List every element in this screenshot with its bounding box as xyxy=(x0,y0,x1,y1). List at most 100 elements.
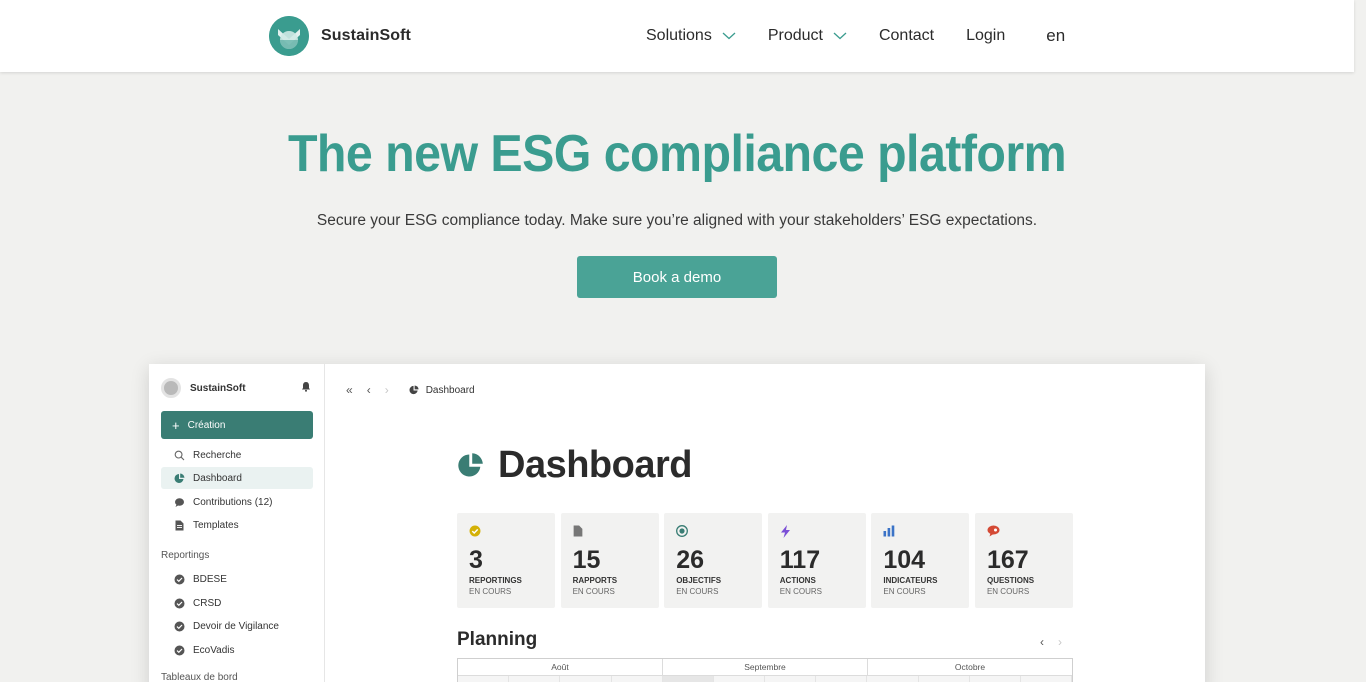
timeline-week xyxy=(1020,676,1073,682)
create-label: Création xyxy=(187,419,226,431)
sidebar-item-devoir-de-vigilance[interactable]: Devoir de Vigilance xyxy=(161,615,313,637)
planning-timeline[interactable]: Août Septembre Octobre xyxy=(457,658,1073,682)
sidebar-item-label: EcoVadis xyxy=(193,644,235,656)
stat-value: 117 xyxy=(779,546,821,574)
brand[interactable]: SustainSoft xyxy=(269,16,411,56)
sidebar-item-label: Dashboard xyxy=(193,472,242,484)
sidebar-item-recherche[interactable]: Recherche xyxy=(161,444,313,466)
main-menu: Solutions Product Contact Login en xyxy=(646,0,1097,72)
nav-contact-label: Contact xyxy=(878,27,935,44)
stat-card-questions[interactable]: 167 QUESTIONS EN COURS xyxy=(974,513,1073,608)
stat-card-rapports[interactable]: 15 RAPPORTS EN COURS xyxy=(560,513,659,608)
next-icon[interactable]: › xyxy=(1058,635,1062,649)
timeline-week xyxy=(509,676,561,682)
stat-value: 26 xyxy=(676,546,704,574)
workspace-switcher[interactable]: SustainSoft xyxy=(161,377,313,399)
book-demo-button[interactable]: Book a demo xyxy=(577,256,777,298)
stat-sublabel: EN COURS xyxy=(676,587,719,596)
sidebar-item-templates[interactable]: Templates xyxy=(161,514,313,536)
language-selector[interactable]: en xyxy=(1046,26,1065,46)
reportings-heading: Reportings xyxy=(161,550,210,561)
planning-pager: ‹ › xyxy=(1040,635,1076,649)
stat-sublabel: EN COURS xyxy=(883,587,926,596)
stat-card-objectifs[interactable]: 26 OBJECTIFS EN COURS xyxy=(664,513,763,608)
timeline-week xyxy=(918,676,970,682)
stat-label: RAPPORTS xyxy=(572,576,618,585)
breadcrumb[interactable]: Dashboard xyxy=(409,385,475,396)
collapse-sidebar-icon[interactable]: « xyxy=(346,384,353,396)
nav-login[interactable]: Login xyxy=(966,27,1005,45)
app-main: « ‹ › Dashboard Dashboard 3 REPORTINGS E… xyxy=(326,364,1205,682)
file-icon xyxy=(573,525,582,537)
bar-chart-icon xyxy=(883,525,895,537)
sidebar-item-bdese[interactable]: BDESE xyxy=(161,568,313,590)
sidebar-item-label: Templates xyxy=(193,519,239,531)
chevron-down-icon xyxy=(722,32,736,40)
stats-cards: 3 REPORTINGS EN COURS 15 RAPPORTS EN COU… xyxy=(457,513,1079,608)
pie-chart-icon xyxy=(458,453,483,477)
stat-label: OBJECTIFS xyxy=(676,576,722,585)
check-circle-icon xyxy=(173,573,185,585)
nav-contact[interactable]: Contact xyxy=(879,27,934,45)
stat-card-reportings[interactable]: 3 REPORTINGS EN COURS xyxy=(457,513,555,608)
page-title-text: Dashboard xyxy=(498,444,692,486)
hero-title: The new ESG compliance platform xyxy=(287,125,1067,183)
app-sidebar: SustainSoft + Création Recherche Dashboa… xyxy=(149,364,325,682)
back-arrow-icon[interactable]: ‹ xyxy=(367,384,371,396)
stat-card-actions[interactable]: 117 ACTIONS EN COURS xyxy=(767,513,866,608)
sidebar-item-label: Recherche xyxy=(193,449,242,461)
timeline-week xyxy=(969,676,1021,682)
forward-arrow-icon[interactable]: › xyxy=(385,384,389,396)
create-button[interactable]: + Création xyxy=(161,411,313,439)
stat-card-indicateurs[interactable]: 104 INDICATEURS EN COURS xyxy=(871,513,970,608)
stat-value: 3 xyxy=(469,546,483,574)
stat-value: 167 xyxy=(986,546,1029,574)
top-navbar: SustainSoft Solutions Product Contact Lo… xyxy=(0,0,1354,72)
hero-subtitle: Secure your ESG compliance today. Make s… xyxy=(316,212,1038,229)
nav-product-label: Product xyxy=(767,27,823,44)
sidebar-item-label: Contributions (12) xyxy=(193,496,273,508)
brand-logo-icon xyxy=(269,16,309,56)
check-circle-icon xyxy=(173,620,185,632)
stat-sublabel: EN COURS xyxy=(986,587,1030,596)
nav-solutions-label: Solutions xyxy=(646,27,712,44)
stat-value: 104 xyxy=(883,546,926,574)
stat-value: 15 xyxy=(572,546,601,574)
document-icon xyxy=(173,519,185,531)
pie-chart-icon xyxy=(173,472,185,484)
stat-sublabel: EN COURS xyxy=(572,587,615,596)
question-bubble-icon xyxy=(987,525,1000,537)
stat-label: ACTIONS xyxy=(779,576,816,585)
app-toolbar: « ‹ › Dashboard xyxy=(346,382,475,398)
sidebar-item-crsd[interactable]: CRSD xyxy=(161,592,313,614)
sidebar-item-ecovadis[interactable]: EcoVadis xyxy=(161,639,313,661)
chat-icon xyxy=(173,496,185,508)
pie-chart-icon xyxy=(409,385,419,395)
stat-label: REPORTINGS xyxy=(469,576,522,585)
timeline-week xyxy=(713,676,766,682)
chevron-down-icon xyxy=(833,32,847,40)
timeline-week xyxy=(560,676,612,682)
target-icon xyxy=(676,525,689,537)
nav-login-label: Login xyxy=(966,27,1006,44)
timeline-weeks xyxy=(458,676,1073,682)
dashboards-heading: Tableaux de bord xyxy=(161,672,238,682)
page-title: Dashboard xyxy=(457,444,692,487)
timeline-month: Octobre xyxy=(954,662,986,672)
sidebar-item-dashboard[interactable]: Dashboard xyxy=(161,467,313,489)
plus-icon: + xyxy=(172,417,180,433)
sidebar-item-label: CRSD xyxy=(193,597,222,609)
timeline-week xyxy=(765,676,817,682)
lightning-icon xyxy=(780,525,790,538)
timeline-week xyxy=(458,676,510,682)
previous-icon[interactable]: ‹ xyxy=(1040,635,1044,649)
bell-icon[interactable] xyxy=(301,381,311,392)
nav-solutions[interactable]: Solutions xyxy=(646,27,736,45)
check-circle-icon xyxy=(469,525,481,537)
sidebar-item-contributions[interactable]: Contributions (12) xyxy=(161,491,313,513)
nav-product[interactable]: Product xyxy=(768,27,847,45)
timeline-week xyxy=(867,676,919,682)
stat-sublabel: EN COURS xyxy=(779,587,823,596)
timeline-month: Août xyxy=(458,659,663,675)
stat-sublabel: EN COURS xyxy=(469,587,512,596)
